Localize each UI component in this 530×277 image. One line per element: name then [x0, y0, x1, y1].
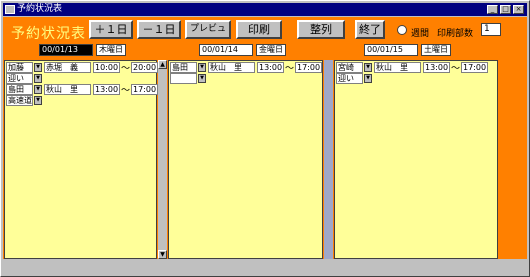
start-time-cell[interactable]: 13:00 [93, 84, 120, 95]
dropdown-icon[interactable]: ▼ [34, 63, 42, 72]
dest-cell[interactable]: 加藤 [6, 62, 33, 73]
tilde-separator: ～ [285, 64, 295, 74]
end-time-cell[interactable]: 17:00 [461, 62, 488, 73]
tilde-separator: ～ [451, 64, 461, 74]
scrollbar-2[interactable] [324, 60, 333, 259]
name-cell[interactable]: 秋山 里 [374, 62, 421, 73]
dropdown-icon[interactable]: ▼ [364, 74, 372, 83]
dest-cell[interactable] [170, 73, 197, 84]
scrollbar-1[interactable]: ▲ ▼ [158, 60, 167, 259]
dow-label-3: 土曜日 [421, 44, 451, 56]
window-title: 予約状況表 [17, 4, 63, 14]
day-panel-2: 島田 ▼ 秋山 里 13:00 ～ 17:00 ▼ [168, 60, 323, 259]
minus-day-button[interactable]: －１日 [137, 20, 181, 39]
reservation-window: 予約状況表 _ □ × 予約状況表 ＋１日 －１日 プレビュ 印刷 整列 終了 … [0, 0, 530, 277]
name-cell[interactable]: 秋山 里 [44, 84, 91, 95]
plus-day-button[interactable]: ＋１日 [89, 20, 133, 39]
title-bar: 予約状況表 _ □ × [3, 3, 527, 16]
dest-cell[interactable]: 迎い [336, 73, 363, 84]
start-time-cell[interactable]: 13:00 [423, 62, 450, 73]
dropdown-icon[interactable]: ▼ [198, 74, 206, 83]
dest-cell[interactable]: 宮崎 [336, 62, 363, 73]
copies-input[interactable]: 1 [481, 23, 501, 36]
page-title: 予約状況表 [11, 26, 86, 42]
copies-label: 印刷部数 [437, 29, 474, 39]
dest-cell[interactable]: 高速道 [6, 95, 33, 106]
scroll-up-button[interactable]: ▲ [158, 60, 167, 69]
end-time-cell[interactable]: 17:00 [131, 84, 158, 95]
dropdown-icon[interactable]: ▼ [364, 63, 372, 72]
day-panel-1: 加藤 ▼ 赤堀 義 10:00 ～ 20:00 迎い ▼ 島田 ▼ 秋山 里 1… [4, 60, 158, 259]
scroll-down-button[interactable]: ▼ [158, 250, 167, 259]
end-time-cell[interactable]: 20:00 [131, 62, 158, 73]
start-time-cell[interactable]: 10:00 [93, 62, 120, 73]
print-button[interactable]: 印刷 [236, 20, 282, 39]
date-field-3[interactable]: 00/01/15 [364, 44, 418, 56]
close-button[interactable]: × [513, 5, 524, 14]
start-time-cell[interactable]: 13:00 [257, 62, 284, 73]
week-label: 週間 [411, 29, 430, 39]
client-area: 予約状況表 ＋１日 －１日 プレビュ 印刷 整列 終了 週間 印刷部数 1 00… [3, 17, 527, 259]
dropdown-icon[interactable]: ▼ [34, 74, 42, 83]
right-margin [500, 60, 512, 259]
arrange-button[interactable]: 整列 [297, 20, 345, 39]
dropdown-icon[interactable]: ▼ [34, 96, 42, 105]
tilde-separator: ～ [121, 64, 131, 74]
date-field-1[interactable]: 00/01/13 [39, 44, 93, 56]
day-panel-3: 宮崎 ▼ 秋山 里 13:00 ～ 17:00 迎い ▼ [334, 60, 498, 259]
dow-label-1: 木曜日 [96, 44, 126, 56]
name-cell[interactable]: 赤堀 義 [44, 62, 91, 73]
app-icon [5, 5, 15, 14]
exit-button[interactable]: 終了 [355, 20, 385, 39]
name-cell[interactable]: 秋山 里 [208, 62, 255, 73]
dow-label-2: 金曜日 [256, 44, 286, 56]
maximize-button[interactable]: □ [500, 5, 511, 14]
dropdown-icon[interactable]: ▼ [198, 63, 206, 72]
week-radio[interactable] [397, 25, 407, 35]
date-field-2[interactable]: 00/01/14 [199, 44, 253, 56]
dest-cell[interactable]: 島田 [6, 84, 33, 95]
minimize-button[interactable]: _ [487, 5, 498, 14]
preview-button[interactable]: プレビュ [185, 20, 231, 39]
dest-cell[interactable]: 迎い [6, 73, 33, 84]
tilde-separator: ～ [121, 86, 131, 96]
end-time-cell[interactable]: 17:00 [295, 62, 322, 73]
dest-cell[interactable]: 島田 [170, 62, 197, 73]
dropdown-icon[interactable]: ▼ [34, 85, 42, 94]
